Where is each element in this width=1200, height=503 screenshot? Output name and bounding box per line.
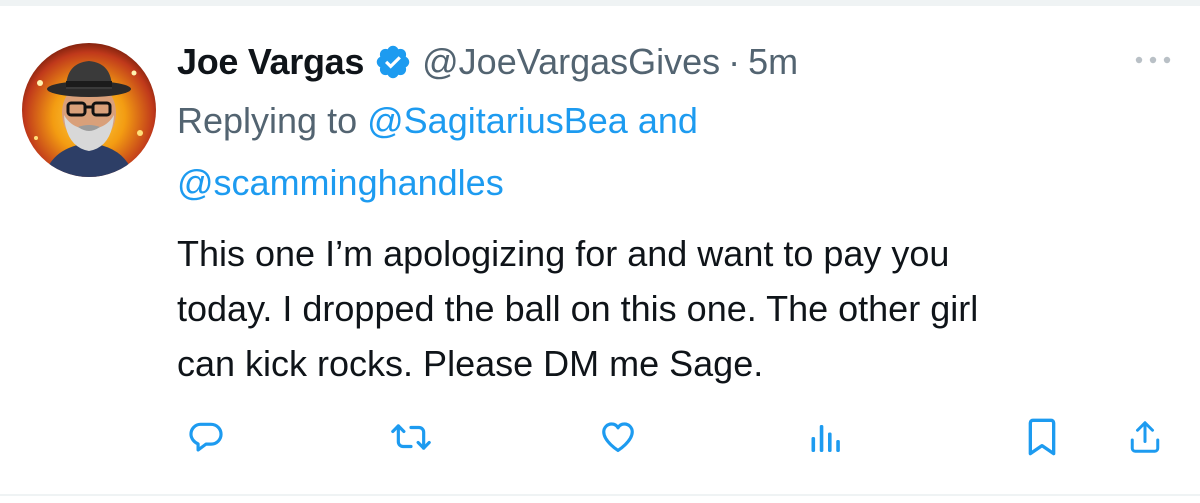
replying-prefix: Replying to [177,100,358,141]
share-button[interactable] [1120,412,1170,462]
verified-badge-icon[interactable] [374,43,412,81]
heart-icon [598,418,638,456]
like-button[interactable] [593,412,643,462]
retweet-button[interactable] [386,412,436,462]
share-icon [1127,418,1163,456]
views-button[interactable] [800,412,850,462]
tweet-header: Joe Vargas @JoeVargasGives · 5m [177,38,798,86]
reply-button[interactable] [181,412,231,462]
author-display-name[interactable]: Joe Vargas [177,41,364,83]
more-dots-icon[interactable] [1128,50,1178,70]
bearded-man-with-hat-avatar-icon [22,43,156,177]
replying-conjunction[interactable]: and [638,100,698,141]
views-chart-icon [807,419,843,455]
bookmark-button[interactable] [1017,412,1067,462]
tweet-action-bar [0,412,1200,462]
bookmark-icon [1025,417,1059,457]
tweet-text-line: This one I’m apologizing for and want to… [177,233,950,274]
replying-to-line: Replying to @SagitariusBea and [177,100,698,142]
reply-icon [187,418,225,456]
retweet-icon [390,418,432,456]
top-divider [0,0,1200,6]
mention-link-2[interactable]: @scamminghandles [177,162,504,203]
tweet-text-line: today. I dropped the ball on this one. T… [177,288,979,329]
tweet-text-line: can kick rocks. Please DM me Sage. [177,343,764,384]
tweet-text: This one I’m apologizing for and want to… [177,226,1177,391]
replying-to-line-2: @scamminghandles [177,162,504,204]
mention-link-1[interactable]: @SagitariusBea [367,100,628,141]
bottom-divider [0,494,1200,496]
tweet-timestamp[interactable]: 5m [748,41,798,83]
author-avatar[interactable] [22,43,156,177]
author-handle[interactable]: @JoeVargasGives [422,41,720,83]
separator-dot: · [728,41,741,82]
